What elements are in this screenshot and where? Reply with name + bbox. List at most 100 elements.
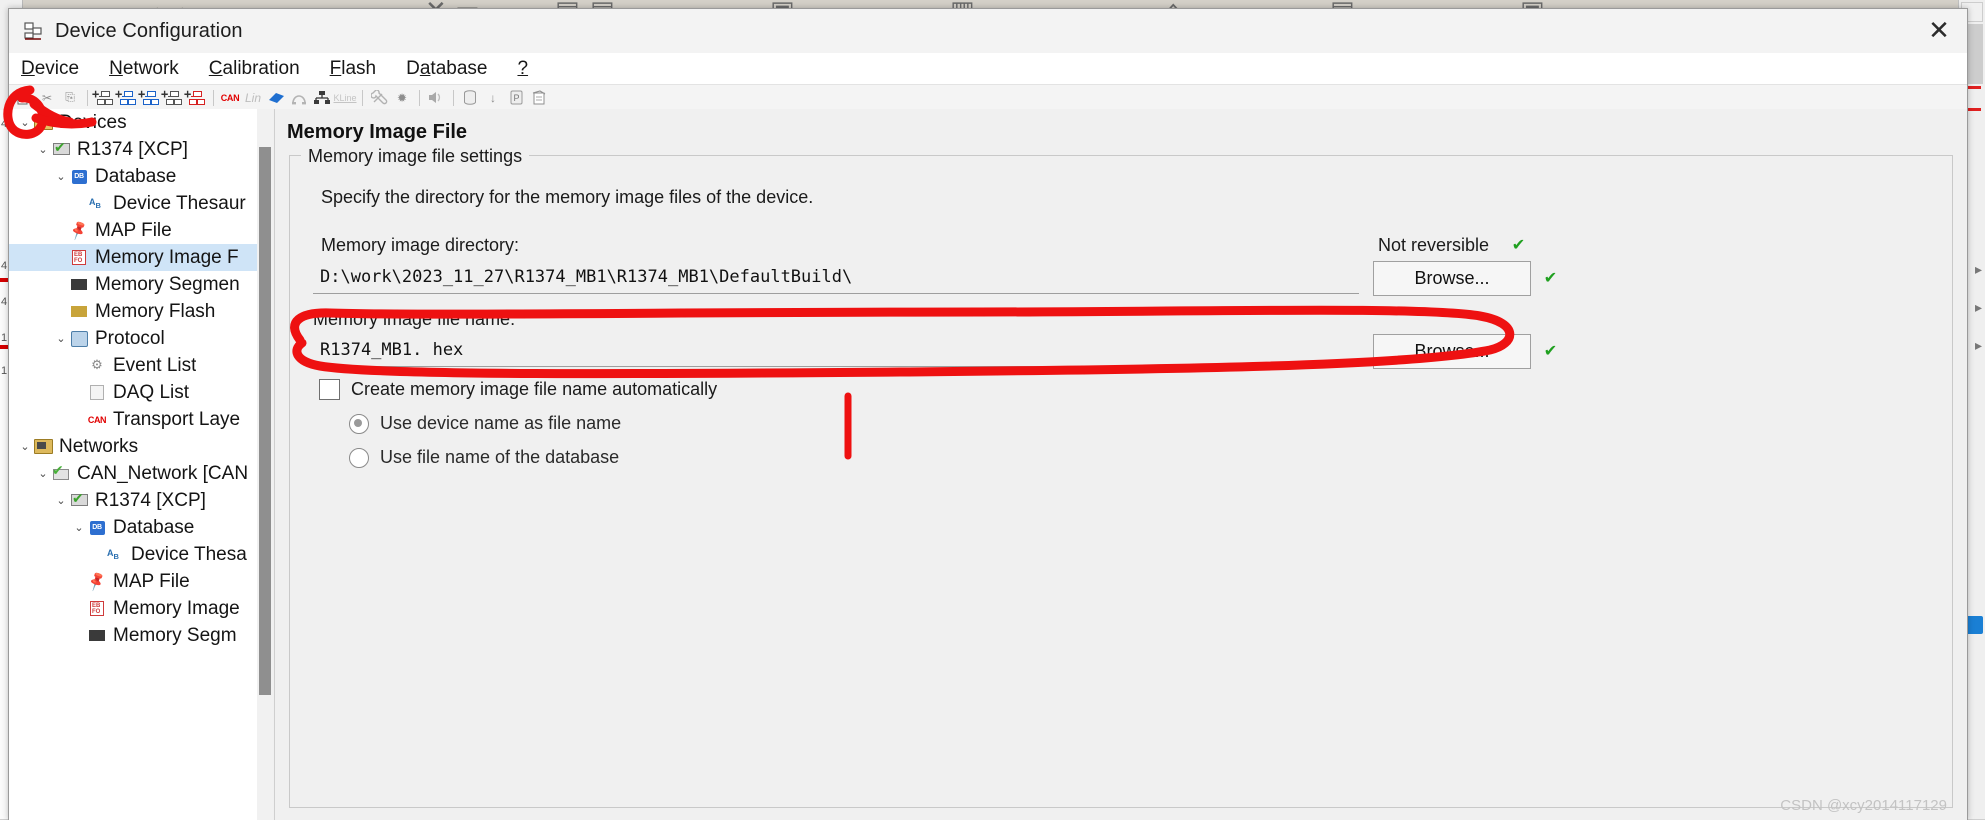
- title-bar: Device Configuration ✕: [9, 9, 1967, 53]
- paste-icon[interactable]: ⎘: [59, 87, 81, 108]
- menu-bar: Device Network Calibration Flash Databas…: [9, 53, 1967, 85]
- tree-item-event-list[interactable]: ⌄⚙Event List: [9, 352, 257, 379]
- device-configuration-window: Device Configuration ✕ Device Network Ca…: [8, 8, 1968, 820]
- protocol-icon: [69, 330, 89, 348]
- menu-item-network[interactable]: Network: [109, 58, 179, 80]
- tree-item-device-thesa[interactable]: ⌄ABDevice Thesa: [9, 541, 257, 568]
- menu-item-database[interactable]: Database: [406, 58, 487, 80]
- add-device-icon[interactable]: +: [93, 87, 115, 108]
- chevron-down-icon[interactable]: ⌄: [17, 116, 33, 129]
- tree-item-memory-segm[interactable]: ⌄Memory Segm: [9, 622, 257, 649]
- tree-item-protocol[interactable]: ⌄Protocol: [9, 325, 257, 352]
- tree-item-label: Database: [95, 166, 176, 188]
- menu-item-device[interactable]: Device: [21, 58, 79, 80]
- close-icon[interactable]: ✕: [1911, 9, 1967, 53]
- toolbar-separator: [419, 90, 420, 106]
- tree-item-database[interactable]: ⌄DBDatabase: [9, 163, 257, 190]
- chevron-down-icon[interactable]: ⌄: [71, 521, 87, 534]
- tree-item-map-file[interactable]: ⌄📌MAP File: [9, 217, 257, 244]
- toolbar-separator: [362, 90, 363, 106]
- tree-scrollbar-thumb[interactable]: [259, 147, 271, 695]
- tree-item-transport-laye[interactable]: ⌄CANTransport Laye: [9, 406, 257, 433]
- tree-item-memory-flash[interactable]: ⌄Memory Flash: [9, 298, 257, 325]
- memory-image-file-name-input[interactable]: R1374_MB1. hex: [313, 334, 1359, 367]
- tree-item-memory-segmen[interactable]: ⌄Memory Segmen: [9, 271, 257, 298]
- toolbar-separator: [453, 90, 454, 106]
- database-icon[interactable]: [459, 87, 481, 108]
- protocol-icon[interactable]: P: [505, 87, 527, 108]
- device-tree[interactable]: ⌄Devices⌄✔R1374 [XCP]⌄DBDatabase⌄ABDevic…: [9, 109, 257, 820]
- filename-browse-ok-icon: ✔: [1542, 342, 1559, 359]
- use-device-name-label: Use device name as file name: [380, 413, 621, 434]
- cut-icon[interactable]: ✂: [36, 87, 58, 108]
- menu-mnemonic: D: [21, 58, 35, 79]
- crossed-tools-icon[interactable]: ✹: [391, 87, 413, 108]
- tree-item-memory-image[interactable]: ⌄EBFOMemory Image: [9, 595, 257, 622]
- transport-layer-icon: CAN: [87, 411, 107, 429]
- add-device-red-icon[interactable]: +: [185, 87, 207, 108]
- menu-mnemonic: a: [420, 58, 431, 79]
- menu-item-flash[interactable]: Flash: [330, 58, 376, 80]
- can-icon[interactable]: CAN: [219, 87, 241, 108]
- memory-image-file-name-label: Memory image file name:: [313, 309, 515, 330]
- chevron-down-icon[interactable]: ⌄: [35, 467, 51, 480]
- tree-item-label: Memory Flash: [95, 301, 215, 323]
- tree-item-map-file[interactable]: ⌄📌MAP File: [9, 568, 257, 595]
- add-device-blue-icon[interactable]: +: [116, 87, 138, 108]
- tree-item-database[interactable]: ⌄DBDatabase: [9, 514, 257, 541]
- tree-item-can-network-can[interactable]: ⌄✔CAN_Network [CAN: [9, 460, 257, 487]
- panel-description: Specify the directory for the memory ima…: [321, 187, 813, 208]
- memory-image-directory-input[interactable]: D:\work\2023_11_27\R1374_MB1\R1374_MB1\D…: [313, 261, 1359, 294]
- filename-browse-button[interactable]: Browse...: [1373, 334, 1531, 369]
- tree-item-r1374-xcp[interactable]: ⌄✔R1374 [XCP]: [9, 136, 257, 163]
- chevron-down-icon[interactable]: ⌄: [53, 170, 69, 183]
- bg-right-glyph: ▸: [1975, 338, 1982, 354]
- tree-item-r1374-xcp[interactable]: ⌄✔R1374 [XCP]: [9, 487, 257, 514]
- add-device-list-icon[interactable]: +: [162, 87, 184, 108]
- not-reversible-label: Not reversible: [1378, 235, 1489, 256]
- svg-text:P: P: [513, 93, 519, 103]
- tree-scrollbar[interactable]: [257, 109, 273, 820]
- menu-item-help[interactable]: ?: [517, 58, 528, 80]
- tree-item-daq-list[interactable]: ⌄DAQ List: [9, 379, 257, 406]
- use-device-name-radio[interactable]: [349, 414, 369, 434]
- menu-mnemonic: ?: [517, 58, 528, 79]
- lin-icon[interactable]: Lin: [242, 87, 264, 108]
- groupbox-legend: Memory image file settings: [301, 146, 529, 167]
- report-icon[interactable]: [528, 87, 550, 108]
- tree-item-device-thesaur[interactable]: ⌄ABDevice Thesaur: [9, 190, 257, 217]
- chevron-down-icon[interactable]: ⌄: [17, 440, 33, 453]
- tree-item-label: R1374 [XCP]: [77, 139, 188, 161]
- directory-browse-button[interactable]: Browse...: [1373, 261, 1531, 296]
- chevron-down-icon[interactable]: ⌄: [53, 332, 69, 345]
- new-config-icon[interactable]: [13, 87, 35, 108]
- kline-icon[interactable]: KLine: [334, 87, 356, 108]
- chevron-down-icon[interactable]: ⌄: [53, 494, 69, 507]
- create-name-automatically-checkbox[interactable]: [319, 379, 340, 400]
- toolbar-separator: [213, 90, 214, 106]
- use-database-file-name-radio[interactable]: [349, 448, 369, 468]
- menu-item-calibration[interactable]: Calibration: [209, 58, 300, 80]
- chevron-down-icon[interactable]: ⌄: [35, 143, 51, 156]
- bg-ruler-number: 1: [1, 365, 7, 377]
- thesaurus-icon: AB: [87, 195, 107, 213]
- download-icon[interactable]: ↓: [482, 87, 504, 108]
- device-icon: ✔: [69, 492, 89, 510]
- add-device-net-icon[interactable]: +: [139, 87, 161, 108]
- speaker-icon[interactable]: [425, 87, 447, 108]
- memory-flash-icon: [69, 303, 89, 321]
- tree-item-memory-image-f[interactable]: ⌄EBFOMemory Image F: [9, 244, 257, 271]
- create-name-automatically-checkbox-row[interactable]: Create memory image file name automatica…: [319, 379, 717, 400]
- most-icon[interactable]: [288, 87, 310, 108]
- ethernet-icon[interactable]: [311, 87, 333, 108]
- menu-label: alibration: [223, 58, 300, 79]
- settings-panel: Memory Image File Memory image file sett…: [275, 109, 1967, 820]
- tree-item-networks[interactable]: ⌄Networks: [9, 433, 257, 460]
- use-database-file-name-radio-row[interactable]: Use file name of the database: [349, 447, 619, 468]
- device-config-icon: [22, 20, 44, 42]
- tree-item-devices[interactable]: ⌄Devices: [9, 109, 257, 136]
- memory-image-directory-label: Memory image directory:: [321, 235, 519, 256]
- wrench-icon[interactable]: [368, 87, 390, 108]
- use-device-name-radio-row[interactable]: Use device name as file name: [349, 413, 621, 434]
- flexray-icon[interactable]: [265, 87, 287, 108]
